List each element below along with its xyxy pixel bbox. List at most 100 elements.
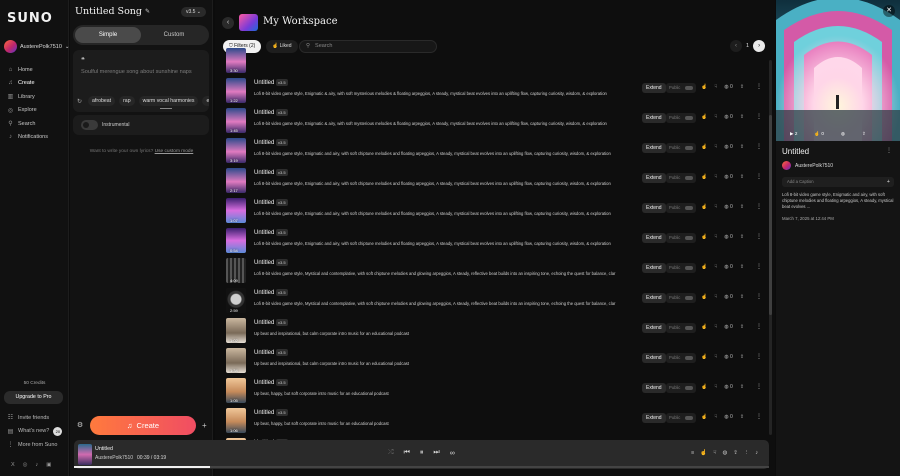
song-cover[interactable]: 2:17 xyxy=(226,168,246,193)
thumbs-up-icon[interactable]: ☝ xyxy=(701,174,707,180)
x-icon[interactable]: X xyxy=(11,462,15,468)
comment-count[interactable]: ◍ 0 xyxy=(724,354,733,360)
plus-icon[interactable]: + xyxy=(202,421,207,430)
comment-count[interactable]: ◍ 0 xyxy=(724,144,733,150)
song-row[interactable]: 1:05 Untitled v3.5 Up beat, happy, but s… xyxy=(223,377,768,405)
comment-count[interactable]: ◍ 0 xyxy=(724,264,733,270)
extend-button[interactable]: Extend xyxy=(642,203,666,213)
comment-count[interactable]: ◍ 0 xyxy=(724,384,733,390)
extend-button[interactable]: Extend xyxy=(642,323,666,333)
thumbs-down-icon[interactable]: ☟ xyxy=(714,84,717,90)
comment-count[interactable]: ◍ 0 xyxy=(724,174,733,180)
tag-chip[interactable]: warm vocal harmonies xyxy=(138,96,199,106)
refresh-icon[interactable]: ↻ xyxy=(77,98,82,105)
extend-button[interactable]: Extend xyxy=(642,293,666,303)
public-toggle[interactable]: Public xyxy=(666,143,696,153)
mode-custom[interactable]: Custom xyxy=(141,27,207,43)
extend-button[interactable]: Extend xyxy=(642,263,666,273)
thumbs-down-icon[interactable]: ☟ xyxy=(714,384,717,390)
song-row[interactable]: 4:09 Untitled v3.5 Lofi 8-bit video game… xyxy=(223,257,768,285)
comment-count[interactable]: ◍ 0 xyxy=(724,324,733,330)
player-artist[interactable]: AusterePolk7510 xyxy=(95,455,133,461)
share-icon[interactable]: ⇪ xyxy=(740,294,744,300)
song-row[interactable]: 1:34 Untitled v3.5 Up beat and inspirati… xyxy=(223,347,768,375)
queue-icon[interactable]: ≡ xyxy=(691,450,694,456)
thumbs-up-icon[interactable]: ☝ xyxy=(701,84,707,90)
instrumental-switch[interactable] xyxy=(81,120,98,130)
comment-count[interactable]: ◍ 0 xyxy=(724,84,733,90)
share-icon[interactable]: ⇪ xyxy=(740,234,744,240)
repeat-icon[interactable]: ∞ xyxy=(450,450,455,457)
share-icon[interactable]: ⇪ xyxy=(740,174,744,180)
song-cover[interactable]: 1:05 xyxy=(226,378,246,403)
thumbs-down-icon[interactable]: ☟ xyxy=(714,114,717,120)
caption-input[interactable]: Add a Caption + xyxy=(782,177,894,187)
more-icon[interactable]: ⋮ xyxy=(756,143,762,150)
user-menu[interactable]: AusterePolk7510 ⌄ xyxy=(4,40,70,53)
song-cover[interactable]: 1:02 xyxy=(226,318,246,343)
thumbs-up-icon[interactable]: ☝ xyxy=(701,414,707,420)
share-icon[interactable]: ⇪ xyxy=(740,204,744,210)
more-icon[interactable]: ⋮ xyxy=(756,173,762,180)
song-cover[interactable]: 1:45 xyxy=(226,108,246,133)
song-title[interactable]: Untitled Song ✎ xyxy=(75,6,150,17)
tiktok-icon[interactable]: ♪ xyxy=(35,462,38,468)
shuffle-icon[interactable]: ⤮ xyxy=(388,449,394,457)
more-icon[interactable]: ⋮ xyxy=(756,353,762,360)
thumbs-down-icon[interactable]: ☟ xyxy=(714,354,717,360)
more-from-suno-link[interactable]: ⋮ More from Suno xyxy=(7,438,62,452)
thumbs-down-icon[interactable]: ☟ xyxy=(714,264,717,270)
song-row[interactable]: 1:06 Untitled v3.5 Up beat, happy, but s… xyxy=(223,407,768,435)
thumbs-down-icon[interactable]: ☟ xyxy=(714,204,717,210)
thumbs-down-icon[interactable]: ☟ xyxy=(713,450,716,456)
share-icon[interactable]: ⇪ xyxy=(740,384,744,390)
extend-button[interactable]: Extend xyxy=(642,143,666,153)
pencil-icon[interactable]: ✎ xyxy=(145,8,150,15)
extend-button[interactable]: Extend xyxy=(642,353,666,363)
song-cover[interactable]: 1:22 xyxy=(226,78,246,103)
song-row[interactable]: 1:07 Untitled v3.5 Lofi 8-bit video game… xyxy=(223,197,768,225)
custom-mode-link[interactable]: Use custom mode xyxy=(155,149,194,154)
tag-chip[interactable]: afrobeat xyxy=(88,96,116,106)
comment-count[interactable]: ◍ 0 xyxy=(724,414,733,420)
extend-button[interactable]: Extend xyxy=(642,233,666,243)
share-icon[interactable]: ⇪ xyxy=(740,324,744,330)
thumbs-up-icon[interactable]: ☝ xyxy=(701,354,707,360)
public-toggle[interactable]: Public xyxy=(666,173,696,183)
song-row-partial[interactable]: 3:30 xyxy=(223,47,768,75)
song-cover[interactable]: 2:59 xyxy=(226,288,246,313)
thumbs-up-icon[interactable]: ☝ xyxy=(701,234,707,240)
song-title[interactable]: Untitled xyxy=(254,410,274,416)
next-icon[interactable]: ⏭ xyxy=(433,449,439,457)
thumbs-down-icon[interactable]: ☟ xyxy=(714,234,717,240)
gear-icon[interactable]: ⚙ xyxy=(73,421,87,429)
likes-stat[interactable]: ☝ 0 xyxy=(814,131,824,137)
share-icon[interactable]: ⇪ xyxy=(733,450,738,456)
more-icon[interactable]: ⋮ xyxy=(756,203,762,210)
public-toggle[interactable]: Public xyxy=(666,83,696,93)
more-icon[interactable]: ⋮ xyxy=(756,263,762,270)
comment-count[interactable]: ◍ 0 xyxy=(724,234,733,240)
song-cover[interactable]: 1:34 xyxy=(226,348,246,373)
extend-button[interactable]: Extend xyxy=(642,413,666,423)
mode-simple[interactable]: Simple xyxy=(75,27,141,43)
detail-user[interactable]: AusterePolk7510 xyxy=(782,161,833,170)
thumbs-down-icon[interactable]: ☟ xyxy=(714,294,717,300)
back-button[interactable]: ‹ xyxy=(222,17,234,29)
public-toggle[interactable]: Public xyxy=(666,233,696,243)
song-title[interactable]: Untitled xyxy=(254,110,274,116)
thumbs-down-icon[interactable]: ☟ xyxy=(714,324,717,330)
song-row[interactable]: 0:54 Untitled v3.5 Lofi 8-bit video game… xyxy=(223,227,768,255)
close-panel-button[interactable]: ✕ xyxy=(883,5,895,17)
thumbs-up-icon[interactable]: ☝ xyxy=(701,384,707,390)
song-title[interactable]: Untitled xyxy=(254,350,274,356)
comment-count[interactable]: ◍ 0 xyxy=(724,204,733,210)
public-toggle[interactable]: Public xyxy=(666,353,696,363)
model-version-select[interactable]: v3.5 ⌄ xyxy=(180,7,206,17)
extend-button[interactable]: Extend xyxy=(642,83,666,93)
song-cover[interactable]: 0:54 xyxy=(226,228,246,253)
share-icon[interactable]: ⇪ xyxy=(740,114,744,120)
volume-icon[interactable]: ♪ xyxy=(755,450,758,456)
nav-item-home[interactable]: ⌂ Home xyxy=(7,63,48,77)
song-cover[interactable]: 3:19 xyxy=(226,138,246,163)
